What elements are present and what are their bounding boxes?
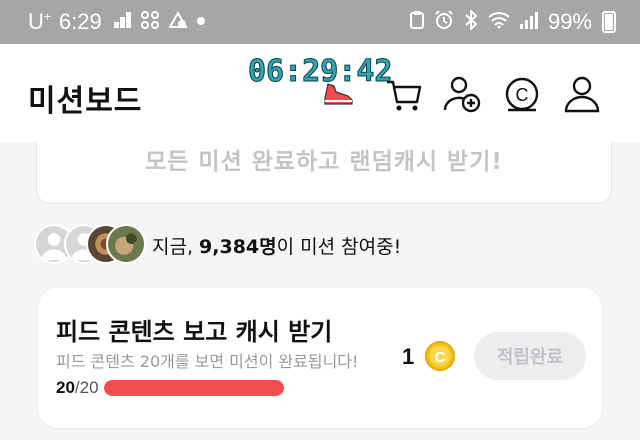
battery-percent: 99% — [547, 9, 592, 34]
participants-count: 9,384명 — [199, 236, 277, 258]
status-time: 6:29 — [58, 9, 102, 34]
status-bar: U+ 6:29 99% — [0, 0, 640, 44]
grid-icon — [140, 10, 160, 34]
svg-text:C: C — [516, 85, 529, 105]
dot-icon — [196, 13, 206, 31]
profile-icon[interactable] — [562, 74, 602, 114]
countdown-timer: 06:29:42 — [248, 54, 393, 90]
bluetooth-icon — [464, 8, 478, 35]
progress-bar-fill — [104, 380, 284, 396]
status-right: 99% — [409, 8, 616, 35]
mission-title: 피드 콘텐츠 보고 캐시 받기 — [56, 318, 333, 346]
status-left-icons — [113, 10, 206, 34]
clipboard-icon — [409, 10, 424, 34]
wifi-icon — [488, 11, 510, 34]
cash-icon[interactable]: C — [502, 74, 542, 114]
coin-icon: C — [425, 341, 455, 371]
mission-card[interactable]: 피드 콘텐츠 보고 캐시 받기 피드 콘텐츠 20개를 보면 미션이 완료됩니다… — [38, 288, 602, 428]
mission-description: 피드 콘텐츠 20개를 보면 미션이 완료됩니다! — [56, 352, 359, 371]
svg-text:C: C — [435, 349, 446, 366]
sneaker-icon — [324, 83, 353, 105]
page-title: 미션보드 — [28, 84, 143, 119]
cart-icon[interactable] — [384, 74, 424, 114]
all-mission-card[interactable]: 모든 미션 완료하고 랜덤캐시 받기! — [36, 142, 612, 204]
claim-complete-button[interactable]: 적립완료 — [474, 332, 586, 380]
all-mission-label: 모든 미션 완료하고 랜덤캐시 받기! — [145, 149, 503, 175]
signal-bars-icon — [113, 11, 132, 33]
cell-signal-icon — [519, 11, 538, 34]
add-friend-icon[interactable] — [442, 74, 482, 114]
avatar — [106, 224, 146, 264]
battery-icon — [602, 11, 616, 33]
carrier-label: U+ — [28, 9, 51, 34]
progress-bar — [104, 380, 284, 396]
nav-icon — [168, 10, 188, 34]
app-header: 미션보드 06:29:42 C — [0, 44, 640, 142]
participants-text: 지금, 9,384명이 미션 참여중! — [152, 236, 402, 258]
reward-amount: 1 — [402, 344, 415, 369]
alarm-icon — [434, 9, 454, 35]
status-left: U+ 6:29 — [28, 9, 206, 35]
progress-label: 20/20 — [56, 378, 99, 397]
